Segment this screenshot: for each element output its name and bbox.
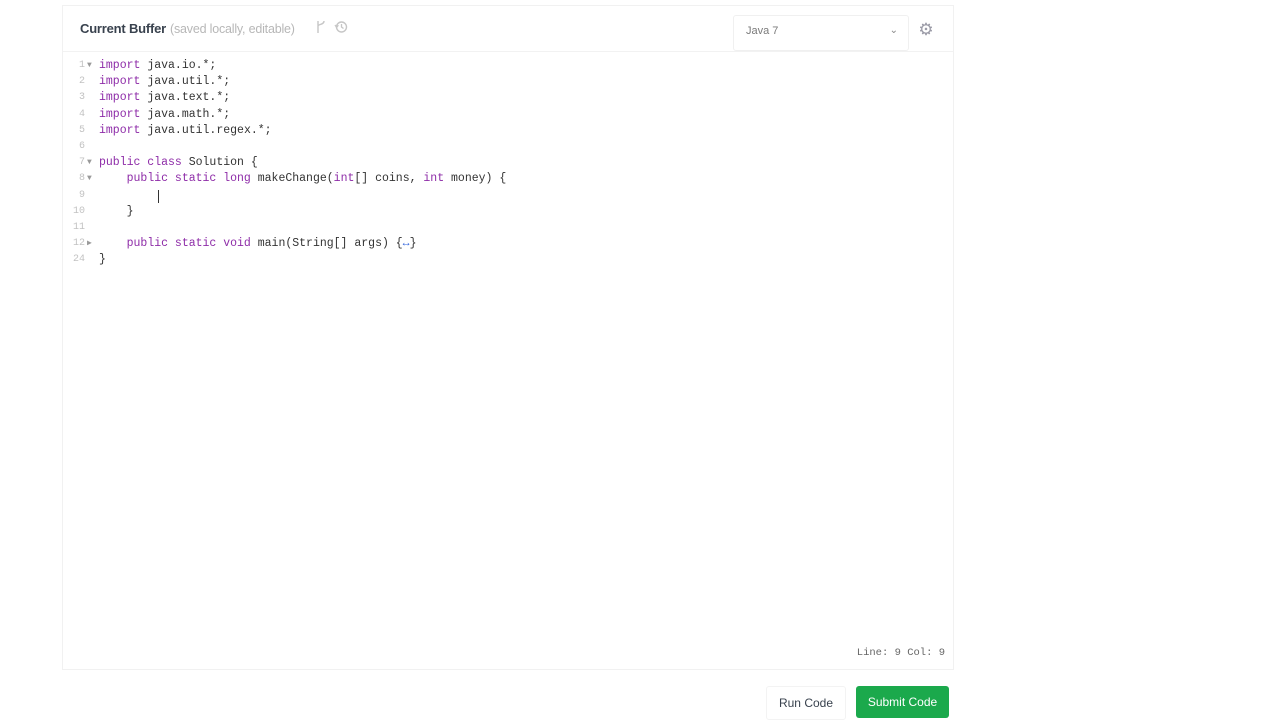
fold-open-icon[interactable]: ▼ — [87, 58, 92, 74]
keyword-token: public class — [99, 156, 182, 170]
keyword-token: import — [99, 59, 141, 72]
keyword-token: import — [99, 91, 141, 105]
code-text: import java.util.regex.*; — [99, 123, 272, 139]
keyword-token: import — [99, 123, 141, 137]
code-line[interactable]: 2 import java.util.*; — [63, 74, 943, 90]
fold-closed-icon[interactable]: ▶ — [87, 236, 92, 252]
language-select-value: Java 7 — [746, 25, 779, 37]
line-number: 10 — [72, 205, 85, 217]
editor-header: Current Buffer (saved locally, editable) … — [63, 6, 953, 52]
language-select[interactable]: Java 7 ⌄ — [733, 15, 909, 51]
code-token: java.util.regex.*; — [140, 123, 272, 137]
code-token: [] coins, — [354, 172, 424, 186]
code-line[interactable]: 10 } — [63, 204, 943, 220]
code-text: import java.text.*; — [99, 90, 230, 106]
keyword-token: int — [423, 172, 445, 186]
buffer-title-text: Current Buffer — [80, 21, 167, 36]
cursor-position-status: Line: 9 Col: 9 — [856, 647, 945, 659]
buffer-subtitle: (saved locally, editable) — [170, 22, 295, 36]
code-token: Solution { — [181, 156, 258, 170]
code-text: public static void main(String[] args) {… — [99, 236, 417, 252]
line-number: 2 — [78, 76, 85, 88]
code-token: } — [99, 253, 106, 267]
line-number: 8 — [78, 173, 85, 185]
code-text: public static long makeChange(int[] coin… — [99, 171, 507, 187]
code-text: public class Solution { — [99, 155, 258, 171]
code-line[interactable]: 7 ▼ public class Solution { — [63, 155, 943, 171]
line-number: 24 — [72, 254, 85, 266]
line-number: 6 — [78, 141, 85, 152]
run-code-button[interactable]: Run Code — [766, 686, 846, 720]
code-line[interactable]: 6 — [63, 139, 943, 155]
code-line[interactable]: 9 — [63, 188, 943, 204]
code-line[interactable]: 1 ▼ import java.io.*; — [63, 58, 943, 74]
gear-icon[interactable]: ⚙ — [915, 19, 937, 41]
text-cursor — [158, 189, 159, 203]
code-line[interactable]: 11 — [63, 220, 943, 236]
code-token: main(String[] args) { — [250, 237, 403, 251]
line-number: 5 — [78, 124, 85, 136]
code-text: import java.math.*; — [99, 107, 230, 123]
code-text: } — [99, 204, 134, 220]
code-token: makeChange( — [250, 172, 334, 186]
line-number: 3 — [78, 92, 85, 104]
chevron-down-icon: ⌄ — [889, 25, 898, 36]
code-token: money) { — [444, 172, 507, 186]
keyword-token: public static long — [126, 172, 251, 186]
fold-open-icon[interactable]: ▼ — [87, 171, 92, 187]
line-number: 4 — [78, 108, 85, 120]
buffer-title: Current Buffer (saved locally, editable) — [80, 21, 295, 36]
code-line[interactable]: 24} — [63, 252, 943, 268]
code-line[interactable]: 3 import java.text.*; — [63, 90, 943, 106]
line-number: 7 — [78, 157, 85, 169]
code-line[interactable]: 4 import java.math.*; — [63, 107, 943, 123]
line-number: 9 — [78, 189, 85, 201]
code-text: import java.util.*; — [99, 74, 230, 90]
code-token: } — [409, 237, 417, 251]
code-token: java.util.*; — [140, 75, 231, 89]
code-line[interactable]: 8 ▼ public static long makeChange(int[] c… — [63, 171, 943, 187]
keyword-token: int — [333, 172, 355, 186]
history-icon[interactable] — [334, 20, 348, 34]
code-token: } — [126, 204, 134, 218]
fold-open-icon[interactable]: ▼ — [87, 155, 92, 171]
line-number: 12 — [72, 238, 85, 250]
line-number: 11 — [72, 222, 85, 233]
branch-icon[interactable] — [314, 20, 328, 34]
code-token: java.text.*; — [140, 91, 231, 105]
line-number: 1 — [78, 60, 85, 71]
folded-code-icon[interactable]: ↔ — [403, 237, 410, 250]
code-text: import java.io.*; — [99, 58, 216, 74]
code-text: } — [99, 252, 106, 268]
keyword-token: import — [99, 75, 141, 89]
keyword-token: import — [99, 107, 141, 121]
keyword-token: public static void — [126, 237, 251, 251]
code-line[interactable]: 5 import java.util.regex.*; — [63, 123, 943, 139]
submit-code-button[interactable]: Submit Code — [856, 686, 949, 718]
code-line[interactable]: 12 ▶ public static void main(String[] arg… — [63, 236, 943, 252]
code-area[interactable]: 1 ▼ import java.io.*; 2 import java.util.*; 3… — [63, 56, 953, 616]
code-token: java.math.*; — [140, 107, 231, 121]
code-token: java.io.*; — [140, 59, 217, 72]
code-editor-panel: Current Buffer (saved locally, editable) … — [62, 5, 954, 670]
